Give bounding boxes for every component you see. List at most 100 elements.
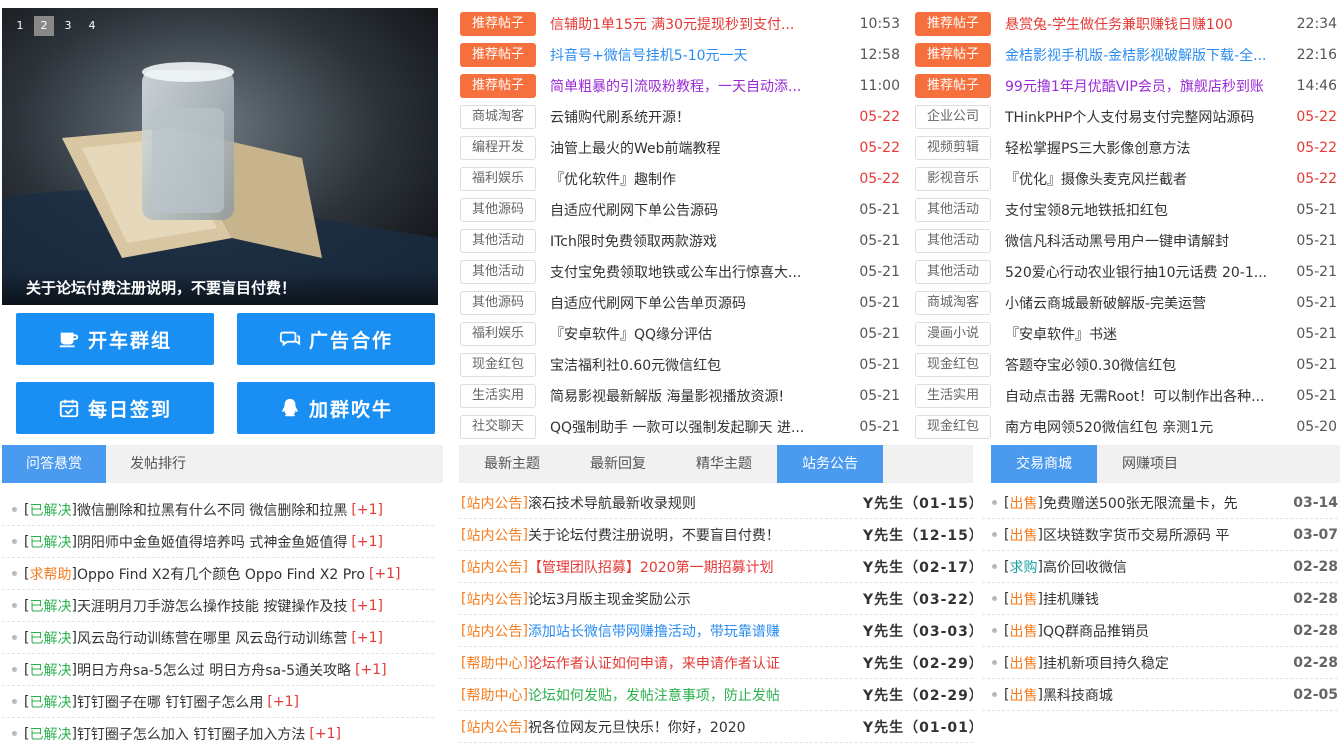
category-tag[interactable]: 推荐帖子 — [460, 42, 536, 67]
hot-post-link[interactable]: 轻松掌握PS三大影像创意方法 — [1005, 138, 1279, 158]
daily-checkin-button[interactable]: 每日签到 — [16, 382, 214, 434]
hot-post-link[interactable]: 云铺购代刷系统开源！ — [550, 107, 824, 127]
slider-page-3[interactable]: 3 — [58, 16, 78, 36]
qa-item[interactable]: [ 已解决 ] 钉钉圈子怎么加入 钉钉圈子加入方法 [+1] — [2, 718, 434, 744]
hot-post-link[interactable]: 宝洁福利社0.60元微信红包 — [550, 355, 824, 375]
announcement-title[interactable]: 论坛3月版主现金奖励公示 — [528, 589, 691, 609]
hot-post-link[interactable]: 支付宝领8元地铁抵扣红包 — [1005, 200, 1279, 220]
hot-post-link[interactable]: 自适应代刷网下单公告单页源码 — [550, 293, 824, 313]
slider-page-2[interactable]: 2 — [34, 16, 54, 36]
announcement-item[interactable]: [ 站内公告 ] 【管理团队招募】2020第一期招募计划 Y先生（02-17） — [459, 551, 973, 583]
announcement-item[interactable]: [ 站内公告 ] 滚石技术导航最新收录规则 Y先生（01-15） — [459, 487, 973, 519]
qa-item[interactable]: [ 已解决 ] 阴阳师中金鱼姬值得培养吗 式神金鱼姬值得 [+1] — [2, 526, 434, 558]
category-tag[interactable]: 其他活动 — [915, 197, 991, 222]
hot-post-link[interactable]: 简易影视最新解版 海量影视播放资源! — [550, 386, 824, 406]
announcement-item[interactable]: [ 站内公告 ] 添加站长微信带网赚撸活动，带玩靠谱赚 Y先生（03-03） — [459, 615, 973, 647]
category-tag[interactable]: 生活实用 — [915, 383, 991, 408]
tab-latest-replies[interactable]: 最新回复 — [565, 445, 671, 483]
announcement-title[interactable]: 论坛作者认证如何申请，来申请作者认证 — [528, 653, 780, 673]
trade-item[interactable]: [ 求购 ] 高价回收微信 02-28 — [982, 551, 1338, 583]
hot-post-link[interactable]: THinkPHP个人支付易支付完整网站源码 — [1005, 107, 1279, 127]
category-tag[interactable]: 商城淘客 — [915, 290, 991, 315]
trade-item[interactable]: [ 出售 ] 免费赠送500张无限流量卡，先 03-14 — [982, 487, 1338, 519]
hot-post-link[interactable]: 『安卓软件』书迷 — [1005, 324, 1279, 344]
announcement-title[interactable]: 论坛如何发贴，发帖注意事项，防止发帖 — [528, 685, 780, 705]
hot-post-link[interactable]: 自适应代刷网下单公告源码 — [550, 200, 824, 220]
announcement-category[interactable]: 站内公告 — [466, 589, 522, 609]
announcement-item[interactable]: [ 站内公告 ] 关于论坛付费注册说明，不要盲目付费！ Y先生（12-15） — [459, 519, 973, 551]
trade-title[interactable]: 挂机新项目持久稳定 — [1043, 653, 1169, 673]
hot-post-link[interactable]: 自动点击器 无需Root！可以制作出各种... — [1005, 386, 1279, 406]
ad-cooperation-button[interactable]: 广告合作 — [237, 313, 435, 365]
qa-item[interactable]: [ 求帮助 ] Oppo Find X2有几个颜色 Oppo Find X2 P… — [2, 558, 434, 590]
announcement-title[interactable]: 添加站长微信带网赚撸活动，带玩靠谱赚 — [528, 621, 780, 641]
hot-post-link[interactable]: 99元撸1年月优酷VIP会员，旗舰店秒到账 — [1005, 76, 1279, 96]
announcement-category[interactable]: 站内公告 — [466, 717, 522, 737]
hot-post-link[interactable]: 油管上最火的Web前端教程 — [550, 138, 824, 158]
hot-post-link[interactable]: 支付宝免费领取地铁或公车出行惊喜大... — [550, 262, 824, 282]
trade-item[interactable]: [ 出售 ] 挂机新项目持久稳定 02-28 — [982, 647, 1338, 679]
trade-item[interactable]: [ 出售 ] 黑科技商城 02-05 — [982, 679, 1338, 711]
announcement-category[interactable]: 帮助中心 — [466, 685, 522, 705]
announcement-title[interactable]: 滚石技术导航最新收录规则 — [528, 493, 696, 513]
qa-title[interactable]: 明日方舟sa-5怎么过 明日方舟sa-5通关攻略 — [77, 660, 351, 680]
qa-title[interactable]: 风云岛行动训练营在哪里 风云岛行动训练营 — [77, 628, 347, 648]
trade-title[interactable]: 黑科技商城 — [1043, 685, 1113, 705]
hot-post-link[interactable]: 抖音号+微信号挂机5-10元一天 — [550, 45, 824, 65]
category-tag[interactable]: 社交聊天 — [460, 414, 536, 439]
category-tag[interactable]: 商城淘客 — [460, 104, 536, 129]
hot-post-link[interactable]: 『安卓软件』QQ缘分评估 — [550, 324, 824, 344]
announcement-category[interactable]: 站内公告 — [466, 493, 522, 513]
announcement-title[interactable]: 祝各位网友元旦快乐！你好，2020 — [528, 717, 746, 737]
tab-featured-topics[interactable]: 精华主题 — [671, 445, 777, 483]
qa-title[interactable]: 微信删除和拉黑有什么不同 微信删除和拉黑 — [77, 500, 347, 520]
tab-latest-topics[interactable]: 最新主题 — [459, 445, 565, 483]
trade-title[interactable]: 区块链数字货币交易所源码 平 — [1043, 525, 1229, 545]
trade-title[interactable]: 挂机赚钱 — [1043, 589, 1099, 609]
trade-item[interactable]: [ 出售 ] 挂机赚钱 02-28 — [982, 583, 1338, 615]
category-tag[interactable]: 漫画小说 — [915, 321, 991, 346]
qa-title[interactable]: 钉钉圈子在哪 钉钉圈子怎么用 — [77, 692, 263, 712]
announcement-category[interactable]: 站内公告 — [466, 557, 522, 577]
announcement-category[interactable]: 帮助中心 — [466, 653, 522, 673]
category-tag[interactable]: 福利娱乐 — [460, 166, 536, 191]
trade-item[interactable]: [ 出售 ] 区块链数字货币交易所源码 平 03-07 — [982, 519, 1338, 551]
category-tag[interactable]: 推荐帖子 — [915, 42, 991, 67]
tab-trade-mall[interactable]: 交易商城 — [991, 445, 1097, 483]
hot-post-link[interactable]: 『优化』摄像头麦克风拦截者 — [1005, 169, 1279, 189]
announcement-category[interactable]: 站内公告 — [466, 621, 522, 641]
trade-item[interactable]: [ 出售 ] QQ群商品推销员 02-28 — [982, 615, 1338, 647]
hot-post-link[interactable]: 金桔影视手机版-金桔影视破解版下载-全... — [1005, 45, 1279, 65]
category-tag[interactable]: 编程开发 — [460, 135, 536, 160]
tab-earning-projects[interactable]: 网赚项目 — [1097, 445, 1203, 483]
tab-qa-bounty[interactable]: 问答悬赏 — [2, 445, 106, 483]
category-tag[interactable]: 推荐帖子 — [915, 11, 991, 36]
hot-post-link[interactable]: 简单粗暴的引流吸粉教程，一天自动添... — [550, 76, 824, 96]
category-tag[interactable]: 影视音乐 — [915, 166, 991, 191]
tab-site-announcements[interactable]: 站务公告 — [777, 445, 883, 483]
announcement-item[interactable]: [ 帮助中心 ] 论坛如何发贴，发帖注意事项，防止发帖 Y先生（02-29） — [459, 679, 973, 711]
slider-page-1[interactable]: 1 — [10, 16, 30, 36]
qa-title[interactable]: 钉钉圈子怎么加入 钉钉圈子加入方法 — [77, 724, 305, 744]
hot-post-link[interactable]: 悬赏兔-学生做任务兼职赚钱日赚100 — [1005, 14, 1279, 34]
hot-post-link[interactable]: QQ强制助手 一款可以强制发起聊天 进... — [550, 417, 824, 437]
category-tag[interactable]: 生活实用 — [460, 383, 536, 408]
category-tag[interactable]: 其他活动 — [460, 259, 536, 284]
announcement-item[interactable]: [ 站内公告 ] 祝各位网友元旦快乐！你好，2020 Y先生（01-01） — [459, 711, 973, 743]
category-tag[interactable]: 其他源码 — [460, 197, 536, 222]
qa-title[interactable]: 天涯明月刀手游怎么操作技能 按键操作及技 — [77, 596, 347, 616]
join-group-button[interactable]: 加群吹牛 — [237, 382, 435, 434]
qa-title[interactable]: Oppo Find X2有几个颜色 Oppo Find X2 Pro — [77, 564, 365, 584]
category-tag[interactable]: 视频剪辑 — [915, 135, 991, 160]
hot-post-link[interactable]: 信辅助1单15元 满30元提现秒到支付... — [550, 14, 824, 34]
hot-post-link[interactable]: 『优化软件』趣制作 — [550, 169, 824, 189]
hot-post-link[interactable]: 南方电网领520微信红包 亲测1元 — [1005, 417, 1279, 437]
announcement-category[interactable]: 站内公告 — [466, 525, 522, 545]
hot-post-link[interactable]: ITch限时免费领取两款游戏 — [550, 231, 824, 251]
trade-title[interactable]: QQ群商品推销员 — [1043, 621, 1149, 641]
announcement-item[interactable]: [ 站内公告 ] 论坛3月版主现金奖励公示 Y先生（03-22） — [459, 583, 973, 615]
hot-post-link[interactable]: 小储云商城最新破解版-完美运营 — [1005, 293, 1279, 313]
trade-title[interactable]: 免费赠送500张无限流量卡，先 — [1043, 493, 1238, 513]
category-tag[interactable]: 福利娱乐 — [460, 321, 536, 346]
category-tag[interactable]: 推荐帖子 — [460, 11, 536, 36]
